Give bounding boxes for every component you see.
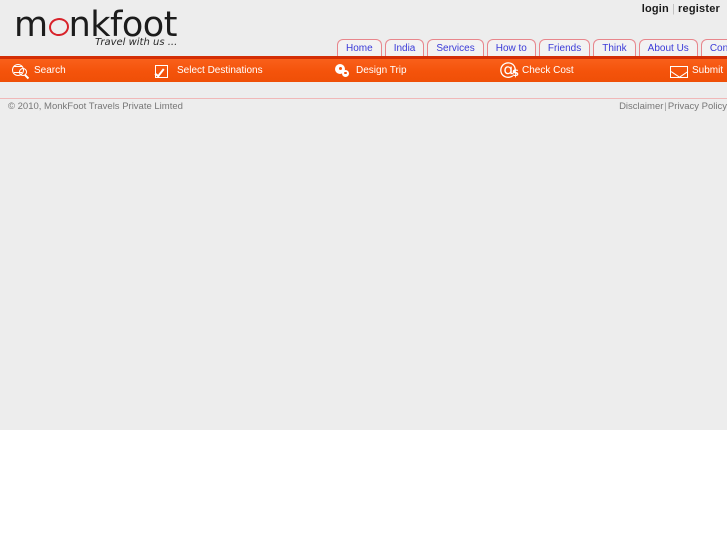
main-navigation: Home India Services How to Friends Think… [337, 37, 727, 56]
action-bar: Search Select Destinations Design Trip @… [0, 59, 727, 82]
action-search[interactable]: Search [12, 59, 66, 82]
copyright-text: © 2010, MonkFoot Travels Private Limted [8, 101, 183, 112]
page-container: login|register monkfoot Travel with us .… [0, 0, 727, 430]
site-logo[interactable]: monkfoot Travel with us ... [14, 6, 244, 52]
footer-links: Disclaimer|Privacy Policy [619, 101, 727, 112]
nav-tab-services[interactable]: Services [427, 39, 484, 56]
action-bar-region: Search Select Destinations Design Trip @… [0, 56, 727, 82]
nav-tab-think[interactable]: Think [593, 39, 636, 56]
privacy-policy-link[interactable]: Privacy Policy [668, 101, 727, 112]
account-links: login | register [642, 3, 720, 15]
envelope-icon [670, 62, 688, 80]
register-link[interactable]: register [678, 3, 720, 15]
nav-tab-home[interactable]: Home [337, 39, 382, 56]
action-design-trip-label: Design Trip [356, 64, 407, 76]
checkbox-tick-icon [155, 63, 173, 79]
logo-letter-o-icon: o [48, 6, 69, 44]
gears-icon [334, 62, 352, 80]
login-link[interactable]: login [642, 3, 669, 15]
action-search-label: Search [34, 64, 66, 76]
action-check-cost[interactable]: @ $ Check Cost [499, 58, 574, 82]
action-submit[interactable]: Submit [670, 59, 723, 82]
account-separator: | [671, 3, 676, 15]
nav-tab-india[interactable]: India [384, 39, 425, 56]
at-dollar-icon: @ $ [499, 58, 519, 80]
nav-tab-contact-us[interactable]: Contact Us [700, 39, 727, 56]
logo-tagline: Travel with us ... [95, 37, 178, 48]
nav-tab-how-to[interactable]: How to [486, 39, 536, 56]
site-header: login|register monkfoot Travel with us .… [0, 0, 727, 56]
action-design-trip[interactable]: Design Trip [334, 59, 407, 82]
action-select-destinations[interactable]: Select Destinations [155, 59, 263, 82]
logo-text-before: m [14, 5, 48, 45]
below-page-area [0, 430, 727, 545]
action-select-destinations-label: Select Destinations [177, 64, 263, 76]
globe-search-icon [12, 62, 30, 80]
action-check-cost-label: Check Cost [522, 64, 574, 76]
site-footer: © 2010, MonkFoot Travels Private Limted … [0, 101, 727, 115]
action-submit-label: Submit [692, 64, 724, 76]
nav-tab-about-us[interactable]: About Us [638, 39, 698, 56]
main-content: © 2010, MonkFoot Travels Private Limted … [0, 82, 727, 430]
footer-divider [0, 98, 727, 99]
nav-tab-friends[interactable]: Friends [538, 39, 591, 56]
disclaimer-link[interactable]: Disclaimer [619, 101, 663, 112]
